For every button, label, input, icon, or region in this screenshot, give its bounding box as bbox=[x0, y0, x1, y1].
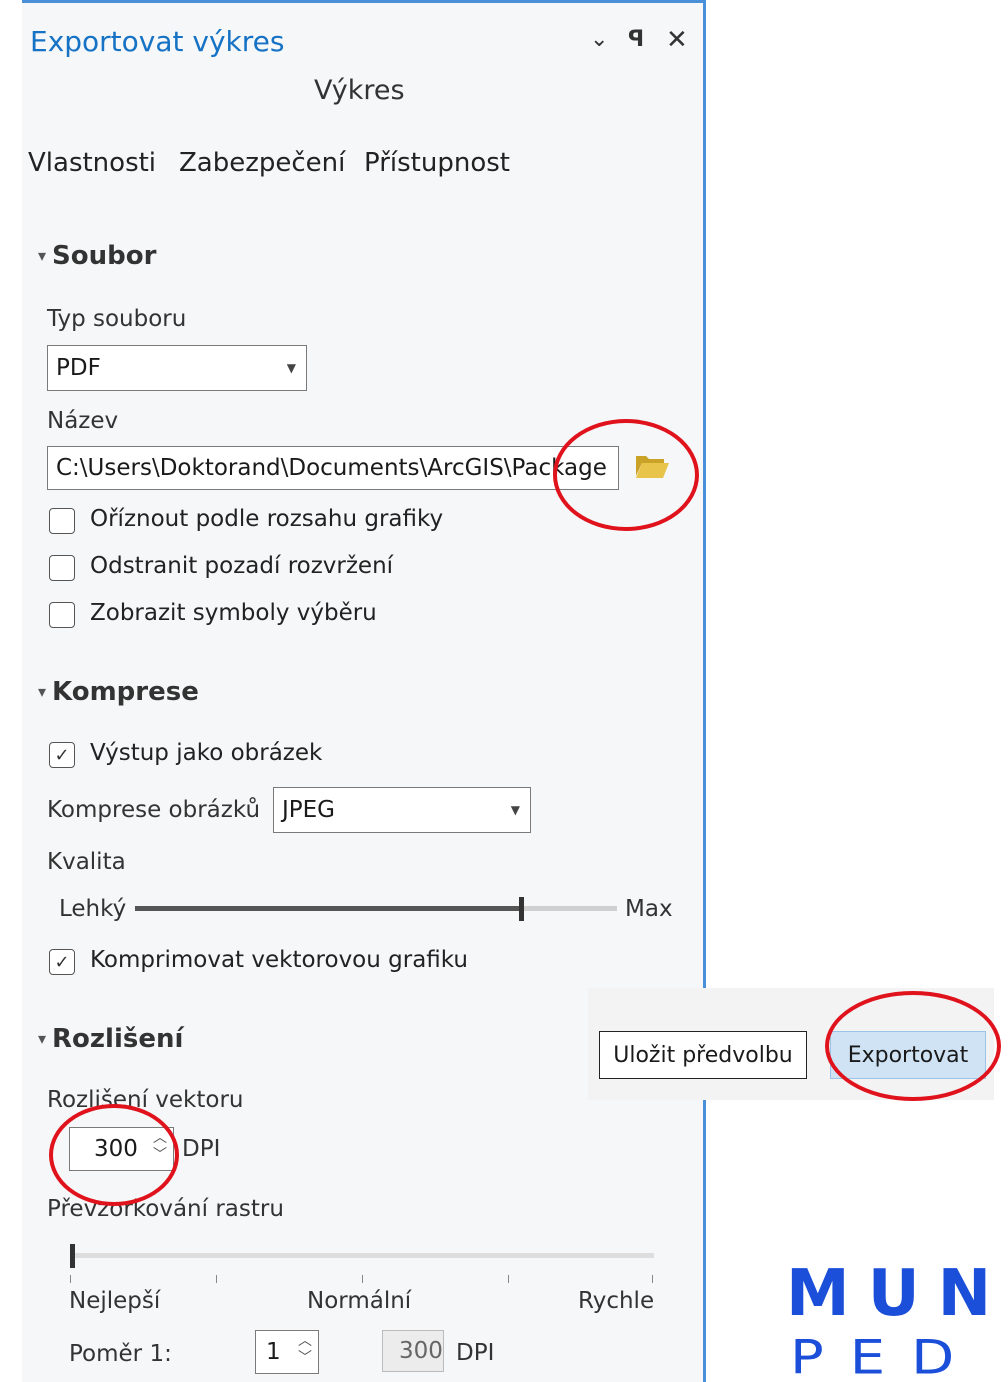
save-preset-button[interactable]: Uložit předvolbu bbox=[599, 1031, 807, 1079]
pane-title: Exportovat výkres bbox=[30, 25, 285, 58]
chevron-down-icon: ▾ bbox=[38, 1029, 47, 1048]
quality-label: Kvalita bbox=[47, 849, 126, 875]
image-compression-value: JPEG bbox=[282, 797, 336, 823]
logo-ped: PED bbox=[790, 1330, 981, 1375]
show-selection-symbols-checkbox[interactable] bbox=[49, 602, 75, 628]
chevron-down-icon: ▾ bbox=[38, 682, 47, 701]
pin-icon[interactable]: ꟼ bbox=[628, 27, 644, 52]
section-compression-title: Komprese bbox=[52, 677, 199, 707]
quality-max-label: Max bbox=[625, 896, 673, 922]
file-type-dropdown[interactable]: PDF ▼ bbox=[47, 345, 307, 391]
image-compression-label: Komprese obrázků bbox=[47, 797, 261, 823]
highlight-ellipse-resolution bbox=[49, 1104, 179, 1206]
ratio-label: Poměr 1: bbox=[69, 1341, 172, 1367]
raster-label-best: Nejlepší bbox=[69, 1288, 161, 1314]
pane-subtitle: Výkres bbox=[314, 75, 405, 106]
stepper-arrows-icon[interactable]: ︿ ﹀ bbox=[298, 1333, 312, 1367]
section-file-title: Soubor bbox=[52, 241, 157, 271]
compress-vector-checkbox[interactable]: ✓ bbox=[49, 949, 75, 975]
ratio-dpi-unit: DPI bbox=[456, 1340, 495, 1366]
output-as-image-checkbox[interactable]: ✓ bbox=[49, 742, 75, 768]
ratio-dpi-field: 300 bbox=[382, 1330, 444, 1372]
ratio-stepper[interactable]: 1 ︿ ﹀ bbox=[255, 1330, 319, 1374]
close-icon[interactable]: ✕ bbox=[666, 25, 688, 55]
show-selection-symbols-label: Zobrazit symboly výběru bbox=[90, 600, 377, 626]
quality-slider-thumb[interactable] bbox=[519, 897, 524, 921]
raster-resampling-slider[interactable] bbox=[70, 1244, 654, 1283]
raster-label-normal: Normální bbox=[307, 1288, 412, 1314]
name-label: Název bbox=[47, 408, 119, 434]
section-resolution-title: Rozlišení bbox=[52, 1024, 184, 1054]
slider-tick bbox=[70, 1275, 71, 1283]
quality-slider-fill bbox=[135, 906, 521, 911]
file-name-input[interactable]: C:\Users\Doktorand\Documents\ArcGIS\Pack… bbox=[47, 446, 619, 490]
compress-vector-label: Komprimovat vektorovou grafiku bbox=[90, 947, 468, 973]
section-compression-header[interactable]: ▾ Komprese bbox=[38, 677, 199, 707]
file-type-value: PDF bbox=[56, 355, 101, 381]
highlight-ellipse-export bbox=[825, 991, 1001, 1101]
ratio-dpi-value: 300 bbox=[399, 1338, 443, 1364]
crop-to-graphics-checkbox[interactable] bbox=[49, 508, 75, 534]
raster-slider-thumb[interactable] bbox=[70, 1244, 75, 1268]
highlight-ellipse-folder bbox=[553, 419, 699, 531]
quality-slider[interactable] bbox=[135, 897, 617, 930]
slider-tick bbox=[216, 1275, 217, 1283]
image-compression-dropdown[interactable]: JPEG ▼ bbox=[273, 787, 531, 833]
raster-label-fast: Rychle bbox=[578, 1288, 655, 1314]
vector-resolution-label: Rozlišení vektoru bbox=[47, 1087, 244, 1113]
chevron-down-icon: ▾ bbox=[38, 246, 47, 265]
section-resolution-header[interactable]: ▾ Rozlišení bbox=[38, 1024, 183, 1054]
tab-accessibility[interactable]: Přístupnost bbox=[364, 148, 510, 178]
remove-background-label: Odstranit pozadí rozvržení bbox=[90, 553, 394, 579]
remove-background-checkbox[interactable] bbox=[49, 555, 75, 581]
section-file-header[interactable]: ▾ Soubor bbox=[38, 241, 156, 271]
raster-slider-track bbox=[70, 1253, 654, 1258]
file-type-label: Typ souboru bbox=[47, 306, 187, 332]
checkmark-icon: ✓ bbox=[54, 951, 70, 973]
chevron-down-icon[interactable]: ⌄ bbox=[590, 27, 608, 52]
slider-tick bbox=[362, 1275, 363, 1283]
dropdown-arrow-icon: ▼ bbox=[510, 803, 520, 817]
quality-min-label: Lehký bbox=[59, 896, 127, 922]
tab-security[interactable]: Zabezpečení bbox=[179, 148, 345, 178]
crop-to-graphics-label: Oříznout podle rozsahu grafiky bbox=[90, 506, 444, 532]
dropdown-arrow-icon: ▼ bbox=[286, 361, 296, 375]
slider-tick bbox=[652, 1275, 653, 1283]
logo-muni: MUNI bbox=[786, 1257, 1008, 1331]
vector-dpi-unit: DPI bbox=[182, 1136, 221, 1162]
file-name-value: C:\Users\Doktorand\Documents\ArcGIS\Pack… bbox=[56, 455, 607, 481]
checkmark-icon: ✓ bbox=[54, 744, 70, 766]
slider-tick bbox=[508, 1275, 509, 1283]
tab-properties[interactable]: Vlastnosti bbox=[28, 148, 156, 178]
ratio-value: 1 bbox=[266, 1339, 281, 1365]
output-as-image-label: Výstup jako obrázek bbox=[90, 740, 323, 766]
